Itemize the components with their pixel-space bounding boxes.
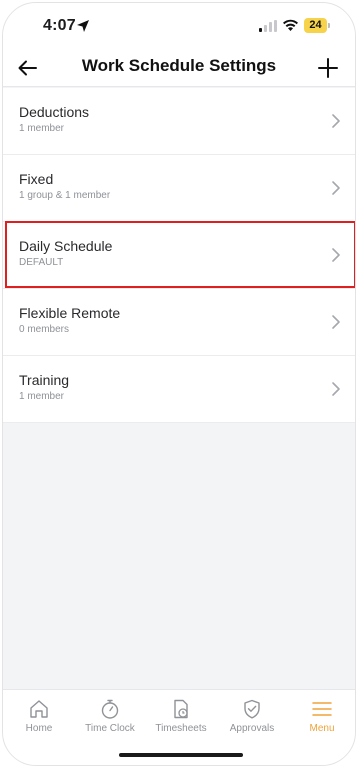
schedule-item-training[interactable]: Training 1 member [3, 356, 355, 423]
home-icon [30, 700, 48, 718]
page-title: Work Schedule Settings [81, 56, 277, 75]
schedule-item-deductions[interactable]: Deductions 1 member [3, 88, 355, 155]
home-indicator [119, 753, 243, 757]
schedule-subtitle: 1 member [19, 123, 65, 134]
schedule-subtitle: 1 member [19, 391, 65, 402]
tab-label: Home [25, 723, 53, 734]
battery-level: 24 [309, 19, 322, 31]
tab-time-clock[interactable]: Time Clock [75, 690, 145, 746]
timesheet-icon [174, 699, 188, 719]
chevron-right-icon [332, 382, 340, 396]
chevron-right-icon [332, 114, 340, 128]
chevron-right-icon [332, 315, 340, 329]
tab-menu[interactable]: Menu [287, 690, 355, 746]
schedule-subtitle: 0 members [19, 324, 70, 335]
schedule-title: Training [19, 372, 70, 388]
wifi-icon [283, 19, 298, 31]
schedule-list: Deductions 1 member Fixed 1 group & 1 me… [3, 88, 355, 423]
stopwatch-icon [101, 699, 119, 719]
schedule-item-fixed[interactable]: Fixed 1 group & 1 member [3, 155, 355, 222]
schedule-title: Flexible Remote [19, 305, 121, 321]
battery-icon: 24 [304, 18, 330, 33]
schedule-subtitle: 1 group & 1 member [19, 190, 111, 201]
chevron-right-icon [332, 248, 340, 262]
header: Work Schedule Settings [3, 49, 355, 87]
status-time: 4:07 [43, 17, 76, 34]
battery-cap [328, 23, 330, 28]
tab-timesheets[interactable]: Timesheets [146, 690, 216, 746]
schedule-subtitle: DEFAULT [19, 257, 64, 268]
phone-screen: 4:07 24 Work Schedule Settings Deduction… [2, 2, 356, 766]
schedule-title: Daily Schedule [19, 238, 113, 254]
hamburger-menu-icon [312, 702, 332, 716]
tab-label: Time Clock [85, 723, 135, 734]
cellular-signal-icon [259, 20, 277, 32]
status-bar: 4:07 24 [3, 3, 355, 49]
location-arrow-icon [77, 20, 89, 32]
tab-approvals[interactable]: Approvals [217, 690, 287, 746]
tab-label: Approvals [229, 723, 275, 734]
schedule-title: Deductions [19, 104, 90, 120]
schedule-item-flexible-remote[interactable]: Flexible Remote 0 members [3, 289, 355, 356]
chevron-right-icon [332, 181, 340, 195]
tab-label: Timesheets [155, 723, 207, 734]
tab-home[interactable]: Home [4, 690, 74, 746]
schedule-title: Fixed [19, 171, 54, 187]
tab-label: Menu [309, 723, 335, 734]
schedule-item-daily-schedule[interactable]: Daily Schedule DEFAULT [3, 222, 355, 289]
plus-icon[interactable] [315, 55, 341, 81]
tab-bar: Home Time Clock Timesheets Approvals Men… [3, 689, 355, 765]
shield-check-icon [244, 699, 260, 719]
